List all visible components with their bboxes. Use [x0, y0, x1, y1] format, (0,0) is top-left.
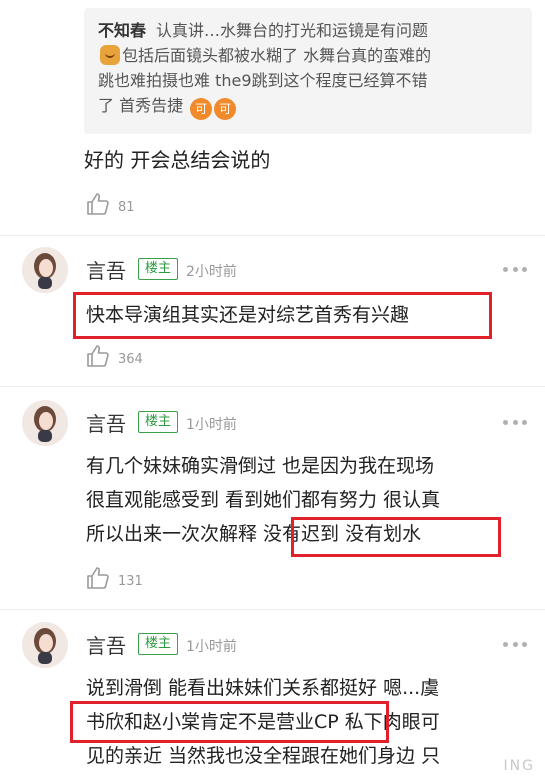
like-count: 81	[118, 199, 135, 215]
comment-line: 见的亲近 当然我也没全程跟在她们身边 只	[86, 745, 441, 767]
highlight-box	[291, 517, 501, 557]
avatar-image	[22, 622, 68, 668]
timestamp: 2小时前	[186, 264, 237, 280]
avatar-image	[22, 247, 68, 293]
more-icon[interactable]	[503, 418, 527, 426]
reply-text: 好的 开会总结会说的	[84, 148, 271, 172]
like-button[interactable]: 131	[86, 566, 143, 590]
quote-line-4: 了 首秀告捷 可可	[98, 93, 520, 120]
like-button[interactable]: 364	[86, 344, 143, 368]
comment-line: 说到滑倒 能看出妹妹们关系都挺好 嗯...虞	[86, 677, 440, 699]
like-button[interactable]: 81	[86, 192, 135, 216]
op-badge: 楼主	[138, 633, 179, 655]
quote-text-3: 跳也难拍摄也难 the9跳到这个程度已经算不错	[98, 71, 428, 90]
watermark: ING	[503, 758, 535, 774]
timestamp: 1小时前	[186, 639, 237, 655]
quote-line-2: 包括后面镜头都被水糊了 水舞台真的蛮难的	[98, 43, 520, 68]
cat-emoji-icon	[100, 45, 120, 65]
comment-line: 很直观能感受到 看到她们都有努力 很认真	[86, 489, 441, 511]
quote-text-1: 认真讲…水舞台的打光和运镜是有问题	[156, 21, 429, 40]
username[interactable]: 言吾	[86, 255, 126, 284]
like-count: 364	[118, 351, 143, 367]
op-badge: 楼主	[138, 258, 179, 280]
avatar[interactable]	[22, 622, 68, 668]
comment-line: 有几个妹妹确实滑倒过 也是因为我在现场	[86, 455, 435, 477]
avatar[interactable]	[22, 247, 68, 293]
hehe-emoji-icon: 可	[190, 98, 213, 120]
divider	[0, 386, 545, 387]
avatar[interactable]	[22, 400, 68, 446]
more-icon[interactable]	[503, 640, 527, 648]
divider	[0, 609, 545, 610]
highlight-box	[70, 701, 389, 743]
more-icon[interactable]	[503, 265, 527, 273]
quote-line-1: 不知春 认真讲…水舞台的打光和运镜是有问题	[98, 18, 520, 43]
highlight-box	[73, 292, 492, 339]
quote-text-2: 包括后面镜头都被水糊了 水舞台真的蛮难的	[122, 46, 432, 65]
hehe-emoji-icon: 可	[214, 98, 237, 120]
quote-author[interactable]: 不知春	[98, 21, 146, 40]
thumbs-up-icon	[87, 345, 109, 367]
thumbs-up-icon	[87, 193, 109, 215]
op-badge: 楼主	[138, 411, 179, 433]
username[interactable]: 言吾	[86, 408, 126, 437]
quoted-comment: 不知春 认真讲…水舞台的打光和运镜是有问题 包括后面镜头都被水糊了 水舞台真的蛮难…	[84, 8, 532, 134]
avatar-image	[22, 400, 68, 446]
divider	[0, 235, 545, 236]
username[interactable]: 言吾	[86, 630, 126, 659]
quote-text-4: 了 首秀告捷	[98, 96, 184, 115]
like-count: 131	[118, 573, 143, 589]
timestamp: 1小时前	[186, 417, 237, 433]
thumbs-up-icon	[87, 567, 109, 589]
